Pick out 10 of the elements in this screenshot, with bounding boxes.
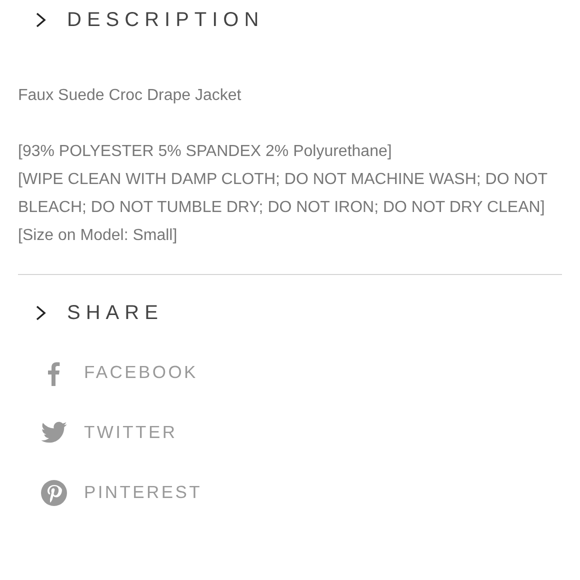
detail-text: [WIPE CLEAN WITH DAMP CLOTH; DO NOT MACHINE WASH; DO NOT BLEACH; DO NOT TUMBLE DRY; DO NOT IRON; DO NOT DRY CLEAN] xyxy=(18,170,548,218)
share-link[interactable]: FACEBOOK xyxy=(40,359,562,386)
product-name: Faux Suede Croc Drape Jacket xyxy=(18,86,242,106)
share-link[interactable]: PINTEREST xyxy=(40,479,562,506)
section-heading[interactable]: SHARE xyxy=(67,302,164,324)
detail-text: [93% POLYESTER 5% SPANDEX 2% Polyurethane] xyxy=(18,142,393,162)
detail-text: [Size on Model: Small] xyxy=(18,226,178,246)
section-heading[interactable]: DESCRIPTION xyxy=(67,8,264,32)
share-link[interactable]: TWITTER xyxy=(40,419,562,446)
pinterest-icon xyxy=(40,478,68,506)
